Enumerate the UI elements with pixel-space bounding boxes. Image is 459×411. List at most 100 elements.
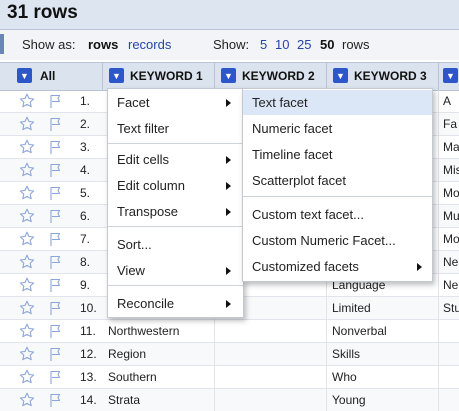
menu-item-edit-column[interactable]: Edit column bbox=[108, 173, 243, 198]
flag-icon[interactable] bbox=[48, 93, 64, 109]
flag-icon[interactable] bbox=[48, 116, 64, 132]
table-cell[interactable] bbox=[215, 320, 327, 342]
star-icon[interactable] bbox=[19, 369, 35, 385]
star-icon[interactable] bbox=[19, 116, 35, 132]
left-panel-edge[interactable] bbox=[0, 34, 4, 54]
flag-icon[interactable] bbox=[48, 254, 64, 270]
menu-item-custom-numeric-facet[interactable]: Custom Numeric Facet... bbox=[243, 228, 432, 253]
table-cell[interactable]: Young bbox=[327, 389, 439, 411]
menu-item-label: Reconcile bbox=[117, 296, 175, 311]
star-icon[interactable] bbox=[19, 254, 35, 270]
flag-icon[interactable] bbox=[48, 300, 64, 316]
menu-item-view[interactable]: View bbox=[108, 258, 243, 283]
column-header-keyword-4[interactable]: ▼ bbox=[439, 63, 459, 90]
menu-item-customized-facets[interactable]: Customized facets bbox=[243, 254, 432, 279]
column-context-menu: Facet Text filter Edit cells Edit column… bbox=[107, 88, 244, 318]
menu-item-text-facet[interactable]: Text facet bbox=[243, 90, 432, 115]
menu-item-timeline-facet[interactable]: Timeline facet bbox=[243, 142, 432, 167]
table-cell[interactable]: Mo bbox=[439, 228, 459, 250]
dropdown-arrow-icon[interactable]: ▼ bbox=[443, 68, 458, 83]
table-cell[interactable]: Skills bbox=[327, 343, 439, 365]
dropdown-arrow-icon[interactable]: ▼ bbox=[17, 68, 32, 83]
column-header-all[interactable]: ▼ All bbox=[0, 63, 103, 90]
page-size-10[interactable]: 10 bbox=[275, 37, 289, 52]
menu-separator bbox=[243, 196, 432, 197]
star-icon[interactable] bbox=[19, 208, 35, 224]
table-cell[interactable] bbox=[439, 343, 459, 365]
menu-item-label: Edit column bbox=[117, 178, 185, 193]
star-icon[interactable] bbox=[19, 346, 35, 362]
table-cell[interactable]: Ne bbox=[439, 251, 459, 273]
menu-item-transpose[interactable]: Transpose bbox=[108, 199, 243, 224]
table-cell[interactable]: Southern bbox=[103, 366, 215, 388]
table-cell[interactable]: Nonverbal bbox=[327, 320, 439, 342]
menu-item-label: Transpose bbox=[117, 204, 178, 219]
flag-icon[interactable] bbox=[48, 139, 64, 155]
flag-icon[interactable] bbox=[48, 208, 64, 224]
column-header-keyword-2[interactable]: ▼ KEYWORD 2 bbox=[215, 63, 327, 90]
menu-item-edit-cells[interactable]: Edit cells bbox=[108, 147, 243, 172]
menu-item-scatterplot-facet[interactable]: Scatterplot facet bbox=[243, 168, 432, 193]
table-cell[interactable] bbox=[215, 343, 327, 365]
table-cell[interactable]: Stu bbox=[439, 297, 459, 319]
flag-icon[interactable] bbox=[48, 323, 64, 339]
table-cell[interactable]: Mo bbox=[439, 182, 459, 204]
flag-icon[interactable] bbox=[48, 392, 64, 408]
star-icon[interactable] bbox=[19, 162, 35, 178]
table-cell[interactable]: Region bbox=[103, 343, 215, 365]
page-size-25[interactable]: 25 bbox=[297, 37, 311, 52]
menu-separator bbox=[108, 143, 243, 144]
dropdown-arrow-icon[interactable]: ▼ bbox=[221, 68, 236, 83]
flag-icon[interactable] bbox=[48, 185, 64, 201]
star-icon[interactable] bbox=[19, 277, 35, 293]
menu-item-label: Custom text facet... bbox=[252, 207, 364, 222]
table-cell[interactable] bbox=[215, 389, 327, 411]
dropdown-arrow-icon[interactable]: ▼ bbox=[109, 68, 124, 83]
menu-item-facet[interactable]: Facet bbox=[108, 90, 243, 115]
star-icon[interactable] bbox=[19, 323, 35, 339]
star-icon[interactable] bbox=[19, 185, 35, 201]
menu-item-sort[interactable]: Sort... bbox=[108, 232, 243, 257]
flag-icon[interactable] bbox=[48, 162, 64, 178]
menu-separator bbox=[108, 226, 243, 227]
submenu-arrow-icon bbox=[226, 182, 231, 190]
table-cell[interactable]: A bbox=[439, 90, 459, 112]
dropdown-arrow-icon[interactable]: ▼ bbox=[333, 68, 348, 83]
row-number: 10. bbox=[80, 301, 97, 315]
menu-item-reconcile[interactable]: Reconcile bbox=[108, 291, 243, 316]
row-number: 6. bbox=[80, 209, 91, 223]
submenu-arrow-icon bbox=[226, 156, 231, 164]
column-header-keyword-3[interactable]: ▼ KEYWORD 3 bbox=[327, 63, 439, 90]
column-header-keyword-1[interactable]: ▼ KEYWORD 1 bbox=[103, 63, 215, 90]
table-cell[interactable]: Ma bbox=[439, 136, 459, 158]
mode-records-link[interactable]: records bbox=[128, 37, 171, 52]
flag-icon[interactable] bbox=[48, 346, 64, 362]
star-icon[interactable] bbox=[19, 139, 35, 155]
table-cell[interactable]: Mis bbox=[439, 159, 459, 181]
table-cell[interactable]: Ne bbox=[439, 274, 459, 296]
table-cell[interactable] bbox=[439, 389, 459, 411]
menu-item-text-filter[interactable]: Text filter bbox=[108, 116, 243, 141]
menu-item-custom-text-facet[interactable]: Custom text facet... bbox=[243, 202, 432, 227]
flag-icon[interactable] bbox=[48, 369, 64, 385]
star-icon[interactable] bbox=[19, 300, 35, 316]
star-icon[interactable] bbox=[19, 93, 35, 109]
table-cell[interactable] bbox=[439, 320, 459, 342]
table-cell[interactable]: Mu bbox=[439, 205, 459, 227]
table-cell[interactable] bbox=[215, 366, 327, 388]
table-cell[interactable]: Who bbox=[327, 366, 439, 388]
page-size-suffix: rows bbox=[342, 37, 370, 52]
page-size-5[interactable]: 5 bbox=[260, 37, 267, 52]
table-cell[interactable]: Strata bbox=[103, 389, 215, 411]
star-icon[interactable] bbox=[19, 231, 35, 247]
menu-item-label: Scatterplot facet bbox=[252, 173, 346, 188]
table-cell[interactable]: Northwestern bbox=[103, 320, 215, 342]
star-icon[interactable] bbox=[19, 392, 35, 408]
table-cell[interactable]: Limited bbox=[327, 297, 439, 319]
flag-icon[interactable] bbox=[48, 231, 64, 247]
flag-icon[interactable] bbox=[48, 277, 64, 293]
page-title: 31 rows bbox=[7, 2, 78, 23]
table-cell[interactable] bbox=[439, 366, 459, 388]
table-cell[interactable]: Fa bbox=[439, 113, 459, 135]
menu-item-numeric-facet[interactable]: Numeric facet bbox=[243, 116, 432, 141]
